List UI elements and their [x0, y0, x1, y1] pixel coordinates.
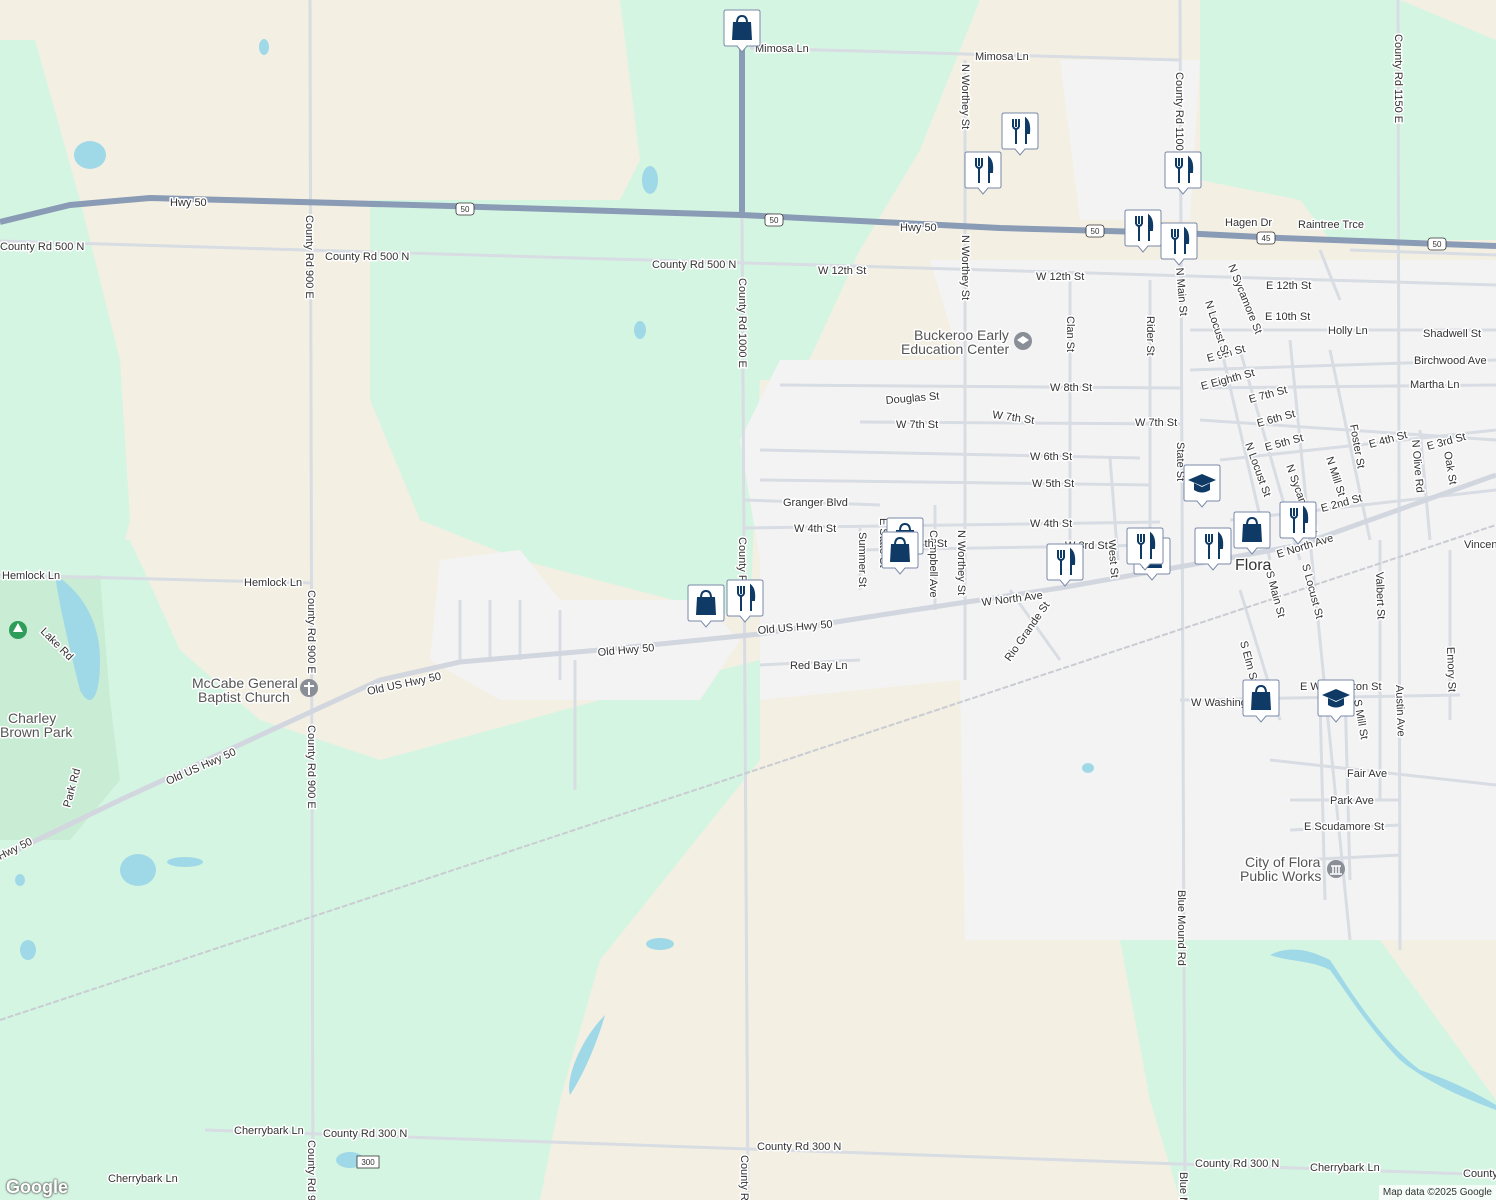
map-marker-shopping[interactable]	[687, 584, 725, 628]
road-label: Birchwood Ave	[1414, 355, 1487, 367]
road-label: E Scudamore St	[1304, 821, 1384, 833]
map-marker-restaurant[interactable]	[1194, 527, 1232, 571]
road-label: Raintree Trce	[1298, 219, 1364, 231]
road-label: N Worthey St	[959, 235, 971, 300]
road-label: County Rd 900 E	[305, 725, 317, 809]
map-marker-school[interactable]	[1317, 679, 1355, 723]
svg-text:300: 300	[361, 1158, 375, 1167]
road-label: Mimosa Ln	[975, 51, 1029, 63]
road-label: County Rd	[738, 1155, 750, 1200]
road-label: Hwy 50	[170, 197, 207, 209]
map-marker-restaurant[interactable]	[1001, 112, 1039, 156]
road-label: Vincennes Ave	[1464, 539, 1496, 551]
road-label: Blue Mound Rd	[1177, 1172, 1189, 1200]
map-marker-restaurant[interactable]	[1160, 222, 1198, 266]
road-label: E 12th St	[1266, 280, 1311, 292]
road-label: Hwy 50	[900, 222, 937, 234]
road-label: County Rd 500 N	[652, 259, 736, 271]
road-label: W 5th St	[1032, 478, 1074, 490]
road-label: County Rd 900 E	[305, 590, 317, 674]
road-label: Summer St	[856, 532, 868, 587]
road-label: County Rd 900 E	[305, 1140, 317, 1200]
road-label: W 12th St	[1036, 271, 1084, 283]
road-label: County Rd 500 N	[325, 251, 409, 263]
road-label: W 12th St	[818, 265, 866, 277]
google-logo: Google	[6, 1177, 68, 1197]
town-label: Flora	[1235, 557, 1272, 574]
road-label: Austin Ave	[1393, 685, 1407, 737]
poi-label-line2: Public Works	[1240, 868, 1321, 884]
map-marker-restaurant[interactable]	[1124, 209, 1162, 253]
road-label: Mimosa Ln	[755, 43, 809, 55]
poi-label-line2: Education Center	[901, 341, 1010, 357]
road-label: N Worthey St	[955, 530, 967, 595]
road-label: Park Ave	[1330, 795, 1374, 807]
road-label: County Rd 1150 E	[1392, 34, 1404, 123]
road-label: Red Bay Ln	[790, 660, 847, 672]
road-label: Shadwell St	[1423, 328, 1481, 340]
road-label: W 7th St	[896, 419, 938, 431]
road-label: Hagen Dr	[1225, 217, 1272, 229]
road-label: W 7th St	[1135, 417, 1177, 429]
map-marker-restaurant[interactable]	[1046, 543, 1084, 587]
poi-label-line2: Baptist Church	[198, 689, 290, 705]
svg-text:45: 45	[1262, 234, 1271, 243]
map-marker-shopping[interactable]	[881, 531, 919, 575]
map-canvas[interactable]: 50 50 50 45 50 300 Hwy 50 Hwy 50 County …	[0, 0, 1496, 1200]
road-label: County Rd 1100 E	[1173, 72, 1185, 161]
svg-text:50: 50	[770, 216, 779, 225]
svg-text:50: 50	[1433, 240, 1442, 249]
road-label: W 4th St	[794, 523, 836, 535]
road-label: Clan St	[1064, 316, 1076, 352]
road-label: Emory St	[1444, 647, 1458, 693]
map-marker-restaurant[interactable]	[964, 151, 1002, 195]
road-label: Rider St	[1144, 316, 1156, 356]
road-label: County Rd 900 E	[303, 215, 315, 299]
road-label: County Rd 300 N	[757, 1141, 841, 1153]
road-label: Holly Ln	[1328, 325, 1368, 337]
road-label: Hemlock Ln	[244, 577, 302, 589]
road-label: Granger Blvd	[783, 497, 848, 509]
map-marker-restaurant[interactable]	[1126, 527, 1164, 571]
road-label: County Rd 500 N	[0, 241, 84, 253]
map-marker-restaurant[interactable]	[1164, 151, 1202, 195]
road-label: County Rd 300 N	[1195, 1158, 1279, 1170]
road-label: Cherrybark Ln	[1310, 1162, 1380, 1174]
road-label: Cherrybark Ln	[108, 1173, 178, 1185]
road-label: W 6th St	[1030, 451, 1072, 463]
road-label: Hemlock Ln	[2, 570, 60, 582]
road-label: County Rd	[1463, 1168, 1496, 1180]
map-marker-shopping[interactable]	[723, 9, 761, 53]
road-label: W 8th St	[1050, 382, 1092, 394]
map-marker-restaurant[interactable]	[726, 579, 764, 623]
road-label: W 4th St	[1030, 518, 1072, 530]
svg-text:50: 50	[461, 205, 470, 214]
road-label: N Worthey St	[959, 64, 971, 129]
road-label: Fair Ave	[1347, 768, 1387, 780]
map-attribution: Map data ©2025 Google	[1378, 1185, 1496, 1200]
road-label: County Rd 300 N	[323, 1128, 407, 1140]
road-label: E 10th St	[1265, 311, 1310, 323]
svg-text:50: 50	[1091, 227, 1100, 236]
road-label: County Rd 1000 E	[736, 278, 748, 368]
road-label: Blue Mound Rd	[1175, 890, 1187, 966]
map-marker-shopping[interactable]	[1233, 511, 1271, 555]
map-marker-school[interactable]	[1183, 464, 1221, 508]
road-label: Valbert St	[1373, 572, 1387, 620]
road-label: Martha Ln	[1410, 379, 1460, 391]
map-marker-shopping[interactable]	[1242, 679, 1280, 723]
road-label: Cherrybark Ln	[234, 1125, 304, 1137]
map-marker-restaurant[interactable]	[1279, 501, 1317, 545]
poi-label-line2: Brown Park	[0, 724, 73, 740]
